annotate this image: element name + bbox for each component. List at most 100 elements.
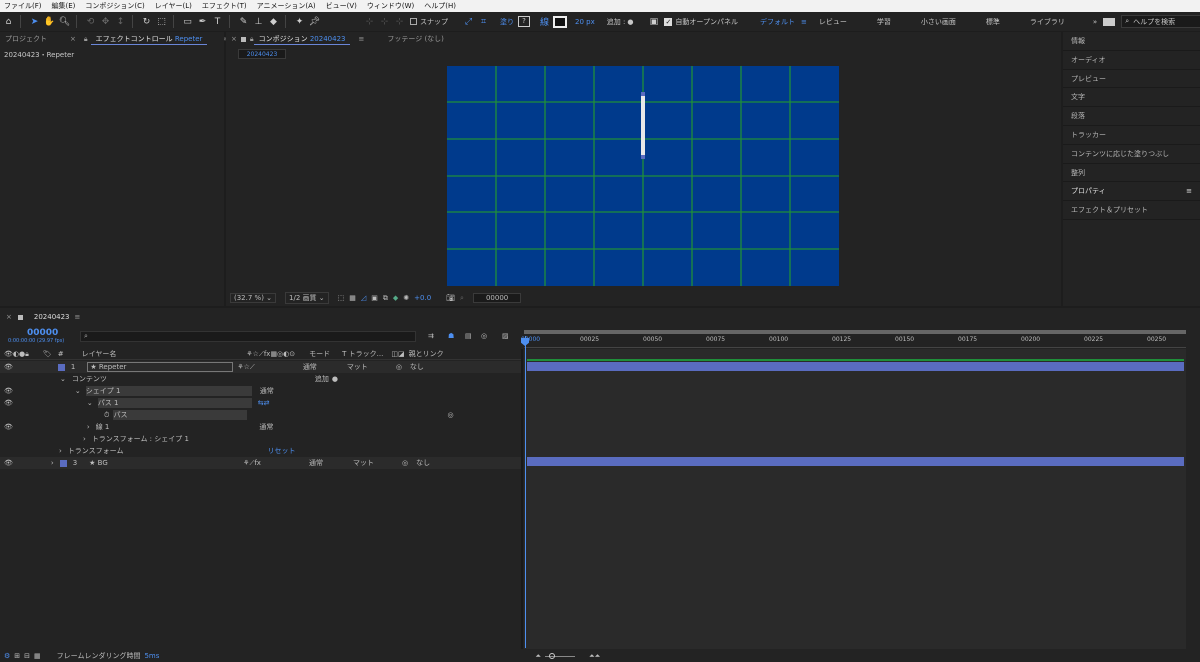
tab-menu-icon[interactable]: ≡ xyxy=(358,35,364,43)
graph-editor-icon[interactable]: ▨ xyxy=(502,332,509,340)
composition-flowchart-icon[interactable]: ⇉ xyxy=(428,332,434,340)
menu-composition[interactable]: コンポジション(C) xyxy=(85,1,144,11)
panel-icon[interactable]: ▣ xyxy=(647,15,660,28)
panel-content-aware-fill[interactable]: コンテンツに応じた塗りつぶし xyxy=(1063,145,1200,164)
chevron-right-icon[interactable]: › xyxy=(51,459,54,467)
prop-transform[interactable]: › トランスフォーム リセット xyxy=(0,445,522,457)
menu-layer[interactable]: レイヤー(L) xyxy=(155,1,192,11)
close-icon[interactable]: × xyxy=(6,313,12,321)
tab-composition[interactable]: コンポジション 20240423 xyxy=(253,34,351,45)
menu-edit[interactable]: 編集(E) xyxy=(52,1,76,11)
menu-view[interactable]: ビュー(V) xyxy=(326,1,357,11)
axis-world-icon[interactable]: ⊹ xyxy=(378,15,391,28)
work-area-bar[interactable] xyxy=(524,330,1186,334)
auto-open-checkbox[interactable]: ✓ xyxy=(664,17,673,26)
close-icon[interactable]: × xyxy=(231,35,237,43)
stopwatch-icon[interactable]: ⏱︎ xyxy=(104,411,109,420)
zoom-slider[interactable] xyxy=(544,652,575,659)
prop-path-1[interactable]: 👁︎ ⌄ パス 1 ⇆⇄ xyxy=(0,397,522,409)
transparency-grid-icon[interactable]: ▦ xyxy=(349,294,356,302)
path-direction-icon[interactable]: ⇆⇄ xyxy=(258,399,270,407)
pen-tool-icon[interactable]: ✒ xyxy=(196,15,209,28)
layer-mode[interactable]: 通常 xyxy=(309,458,323,468)
zoom-in-icon[interactable]: ⏶⏶ xyxy=(589,652,600,661)
layer-name[interactable]: ★ Repeter xyxy=(87,362,234,372)
zoom-tool-icon[interactable]: 🔍︎ xyxy=(58,15,71,28)
panel-audio[interactable]: オーディオ xyxy=(1063,51,1200,70)
orbit-tool-icon[interactable]: ⟲ xyxy=(84,15,97,28)
reset-link[interactable]: リセット xyxy=(267,446,295,456)
tab-footage[interactable]: フッテージ (なし) xyxy=(382,34,449,44)
layer-matte[interactable]: マット xyxy=(353,458,374,468)
stroke-label-icon[interactable]: 線 xyxy=(538,15,551,28)
menu-effect[interactable]: エフェクト(T) xyxy=(202,1,247,11)
panel-tracker[interactable]: トラッカー xyxy=(1063,126,1200,145)
add-button[interactable]: 追加 xyxy=(315,374,329,384)
selection-tool-icon[interactable]: ➤ xyxy=(28,15,41,28)
parent-pickwhip-icon[interactable]: ◎ xyxy=(402,459,408,467)
prop-contents[interactable]: ⌄ コンテンツ 追加 ● xyxy=(0,373,522,385)
menu-window[interactable]: ウィンドウ(W) xyxy=(367,1,414,11)
workspace-libraries[interactable]: ライブラリ xyxy=(1030,17,1065,27)
panel-character[interactable]: 文字 xyxy=(1063,88,1200,108)
snap-edge-icon[interactable]: ⤢ xyxy=(462,15,475,28)
chevron-more-icon[interactable]: » xyxy=(1093,18,1097,26)
clone-stamp-icon[interactable]: ⊥ xyxy=(252,15,265,28)
help-search-box[interactable]: ⌕ ヘルプを検索 xyxy=(1121,15,1200,28)
lock-icon[interactable]: 🔒︎ xyxy=(84,35,88,44)
workspace-review[interactable]: レビュー xyxy=(819,17,847,27)
tab-menu-icon[interactable]: ≡ xyxy=(75,313,81,321)
eye-icon[interactable]: 👁︎ xyxy=(4,459,13,467)
panel-align[interactable]: 整列 xyxy=(1063,164,1200,183)
layer-name[interactable]: ★ BG xyxy=(89,459,239,467)
chevron-down-icon[interactable]: ⌄ xyxy=(75,387,81,395)
zoom-out-icon[interactable]: ⏶ xyxy=(535,652,541,661)
zoom-select[interactable]: (32.7 %) ⌄ xyxy=(230,293,277,303)
sync-icon[interactable] xyxy=(1103,17,1116,26)
chevron-right-icon[interactable]: › xyxy=(83,435,86,443)
region-icon[interactable]: ⬚ xyxy=(338,294,345,302)
workspace-standard[interactable]: 標準 xyxy=(986,17,1000,27)
show-snapshot-icon[interactable]: ⌕ xyxy=(460,294,464,303)
prop-shape-1[interactable]: 👁︎ ⌄ シェイプ 1 通常 xyxy=(0,385,522,397)
exposure-value[interactable]: +0.0 xyxy=(414,294,431,302)
parent-pickwhip-icon[interactable]: ◎ xyxy=(396,363,402,371)
mask-icon[interactable]: ◿ xyxy=(361,294,366,302)
workspace-small-screen[interactable]: 小さい画面 xyxy=(921,17,956,27)
expression-pickwhip-icon[interactable]: ◎ xyxy=(447,411,453,419)
col-mode[interactable]: モード xyxy=(309,349,330,359)
timecode-box[interactable]: 00000 xyxy=(472,293,522,303)
stroke-width[interactable]: 20 px xyxy=(575,18,595,26)
tab-effect-controls[interactable]: エフェクトコントロール Repeter xyxy=(90,34,208,45)
frame-blend-icon[interactable]: ▤ xyxy=(465,332,472,340)
puppet-pin-icon[interactable]: 📌︎ xyxy=(308,15,321,28)
brush-tool-icon[interactable]: ✎ xyxy=(237,15,250,28)
panel-menu-icon[interactable]: ≡ xyxy=(1186,182,1192,200)
layer-label-color[interactable] xyxy=(59,459,67,467)
eye-icon[interactable]: 👁︎ xyxy=(4,363,13,371)
current-time[interactable]: 00000 xyxy=(27,328,58,338)
duration-toggle-icon[interactable]: ▦ xyxy=(34,652,41,660)
col-layer-name[interactable]: レイヤー名 xyxy=(82,349,117,359)
layer-label-color[interactable] xyxy=(57,363,65,371)
workspace-learn[interactable]: 学習 xyxy=(877,17,891,27)
eraser-tool-icon[interactable]: ◆ xyxy=(267,15,280,28)
workspace-default[interactable]: デフォルト xyxy=(760,17,795,27)
chevron-right-icon[interactable]: › xyxy=(59,447,62,455)
layer-parent[interactable]: なし xyxy=(410,362,424,372)
text-tool-icon[interactable]: T xyxy=(211,15,224,28)
dolly-tool-icon[interactable]: ↕ xyxy=(114,15,127,28)
tab-project[interactable]: プロジェクト xyxy=(0,34,52,44)
eye-icon[interactable]: 👁︎ xyxy=(4,423,13,431)
layer-mode[interactable]: 通常 xyxy=(303,362,317,372)
prop-path[interactable]: ⏱︎ パス ◎ xyxy=(0,409,522,421)
menu-file[interactable]: ファイル(F) xyxy=(4,1,42,11)
workspace-menu-icon[interactable]: ≡ xyxy=(801,18,807,26)
tab-timeline[interactable]: 20240423 xyxy=(29,313,75,321)
layer-bar-repeter[interactable] xyxy=(527,362,1184,371)
snap-grid-icon[interactable]: ⌗ xyxy=(477,15,490,28)
prop-shape-transform[interactable]: › トランスフォーム : シェイプ 1 xyxy=(0,433,522,445)
layer-row-repeter[interactable]: 👁︎ 1 ★ Repeter ⚘☆⟋ 通常 マット ◎ なし xyxy=(0,361,522,373)
chevron-right-icon[interactable]: › xyxy=(87,423,90,431)
panel-effects-presets[interactable]: エフェクト＆プリセット xyxy=(1063,201,1200,220)
